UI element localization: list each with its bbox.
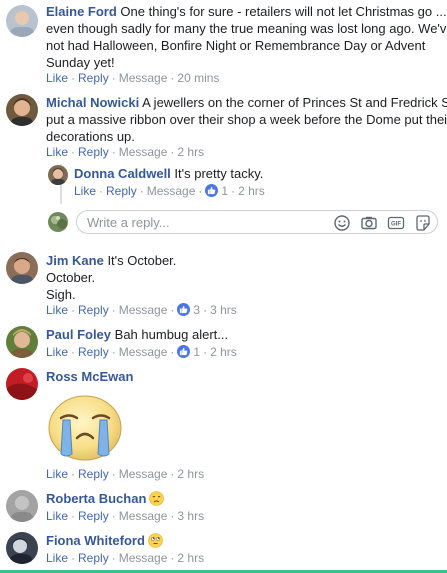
reply-link[interactable]: Reply xyxy=(78,509,109,523)
commenter-name[interactable]: Ross McEwan xyxy=(46,369,133,384)
thumbs-up-icon xyxy=(177,345,191,358)
crying-emoji-sticker[interactable] xyxy=(47,392,123,462)
like-count[interactable]: 1 xyxy=(177,345,200,359)
reply-link[interactable]: Reply xyxy=(78,345,109,359)
like-link[interactable]: Like xyxy=(46,467,68,481)
reply-link[interactable]: Reply xyxy=(78,71,109,85)
commenter-name[interactable]: Michal Nowicki xyxy=(46,95,139,110)
commenter-name[interactable]: Elaine Ford xyxy=(46,4,117,19)
comment-text: Donna Caldwell It's pretty tacky. xyxy=(74,166,264,181)
timestamp[interactable]: 2 hrs xyxy=(177,551,204,565)
message-link[interactable]: Message xyxy=(119,551,168,565)
comment-text-line: put a massive ribbon over their shop a w… xyxy=(46,112,447,127)
comment-text: Paul Foley Bah humbug alert... xyxy=(46,327,229,342)
comment-text: Elaine Ford One thing's for sure - retai… xyxy=(46,4,447,19)
like-count[interactable]: 1 xyxy=(205,184,228,198)
avatar[interactable] xyxy=(48,165,68,185)
reply-link[interactable]: Reply xyxy=(78,551,109,565)
like-link[interactable]: Like xyxy=(46,303,68,317)
avatar[interactable] xyxy=(6,368,38,400)
commenter-name[interactable]: Roberta Buchan xyxy=(46,491,146,506)
comment-text: Jim Kane It's October. xyxy=(46,253,177,268)
comment-text-line: October. xyxy=(46,270,96,285)
like-count[interactable]: 3 xyxy=(177,303,200,317)
timestamp[interactable]: 2 hrs xyxy=(210,345,237,359)
comment-actions: Like · Reply · Message · 3 hrs xyxy=(46,509,205,523)
rolling-eyes-face-icon xyxy=(148,533,163,548)
avatar[interactable] xyxy=(6,326,38,358)
comment-text: Michal Nowicki A jewellers on the corner… xyxy=(46,95,447,110)
message-link[interactable]: Message xyxy=(119,145,168,159)
comment-actions: Like · Reply · Message · 2 hrs xyxy=(46,467,205,481)
comment-actions: Like · Reply · Message · 1 · 2 hrs xyxy=(74,184,265,198)
comment-actions: Like · Reply · Message · 3 · 3 hrs xyxy=(46,303,237,317)
comment-text-line: Sigh. xyxy=(46,287,76,302)
timestamp[interactable]: 3 hrs xyxy=(177,509,204,523)
disappointed-face-icon xyxy=(149,491,165,506)
message-link[interactable]: Message xyxy=(119,467,168,481)
message-link[interactable]: Message xyxy=(119,71,168,85)
sticker-icon[interactable] xyxy=(414,214,432,232)
current-user-avatar xyxy=(48,212,68,232)
like-link[interactable]: Like xyxy=(46,509,68,523)
reply-input[interactable] xyxy=(87,214,287,230)
avatar[interactable] xyxy=(6,94,38,126)
avatar[interactable] xyxy=(6,5,38,37)
comment-actions: Like · Reply · Message · 2 hrs xyxy=(46,145,205,159)
commenter-name[interactable]: Jim Kane xyxy=(46,253,104,268)
message-link[interactable]: Message xyxy=(147,184,196,198)
like-link[interactable]: Like xyxy=(74,184,96,198)
timestamp[interactable]: 2 hrs xyxy=(238,184,265,198)
like-link[interactable]: Like xyxy=(46,145,68,159)
reply-link[interactable]: Reply xyxy=(78,303,109,317)
smiley-icon[interactable] xyxy=(333,214,351,232)
timestamp[interactable]: 20 mins xyxy=(177,71,219,85)
thumbs-up-icon xyxy=(205,184,219,197)
reply-link[interactable]: Reply xyxy=(106,184,137,198)
message-link[interactable]: Message xyxy=(119,303,168,317)
comment-text: Fiona Whiteford xyxy=(46,532,163,549)
message-link[interactable]: Message xyxy=(119,345,168,359)
comment-text: Ross McEwan xyxy=(46,368,133,385)
camera-icon[interactable] xyxy=(360,214,378,232)
message-link[interactable]: Message xyxy=(119,509,168,523)
comment-actions: Like · Reply · Message · 2 hrs xyxy=(46,551,205,565)
comment-text-line: even though sadly for many the true mean… xyxy=(46,21,447,36)
commenter-name[interactable]: Donna Caldwell xyxy=(74,166,171,181)
like-link[interactable]: Like xyxy=(46,551,68,565)
reply-composer[interactable]: GIF xyxy=(76,210,438,234)
comment-text-line: not had Halloween, Bonfire Night or Reme… xyxy=(46,38,426,53)
timestamp[interactable]: 2 hrs xyxy=(177,467,204,481)
commenter-name[interactable]: Fiona Whiteford xyxy=(46,533,145,548)
like-link[interactable]: Like xyxy=(46,345,68,359)
avatar[interactable] xyxy=(6,532,38,564)
comment-text-line: Sunday yet! xyxy=(46,55,115,70)
comment-actions: Like · Reply · Message · 1 · 2 hrs xyxy=(46,345,237,359)
thumbs-up-icon xyxy=(177,303,191,316)
reply-link[interactable]: Reply xyxy=(78,145,109,159)
svg-text:GIF: GIF xyxy=(391,222,401,228)
gif-icon[interactable]: GIF xyxy=(387,214,405,232)
like-link[interactable]: Like xyxy=(46,71,68,85)
comment-text-line: decorations up. xyxy=(46,129,135,144)
avatar[interactable] xyxy=(6,490,38,522)
reply-link[interactable]: Reply xyxy=(78,467,109,481)
commenter-name[interactable]: Paul Foley xyxy=(46,327,111,342)
comment-actions: Like · Reply · Message · 20 mins xyxy=(46,71,220,85)
comment-text: Roberta Buchan xyxy=(46,490,165,507)
avatar[interactable] xyxy=(6,252,38,284)
timestamp[interactable]: 2 hrs xyxy=(177,145,204,159)
timestamp[interactable]: 3 hrs xyxy=(210,303,237,317)
